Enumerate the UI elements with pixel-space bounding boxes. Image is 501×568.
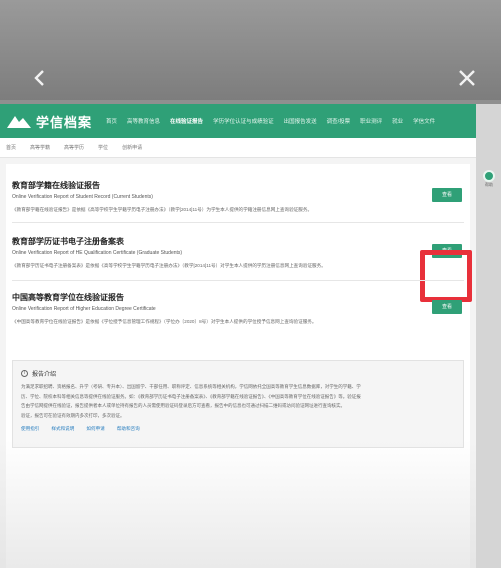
back-arrow-icon[interactable] (28, 66, 52, 90)
link-guide[interactable]: 使用指引 (21, 426, 39, 432)
report-description: 《中国高等教育学位在线验证报告》是依据《学位授予信息管理工作规程》（学位办〔20… (12, 319, 317, 324)
report-title: 教育部学历证书电子注册备案表 (12, 237, 124, 246)
help-icon (483, 170, 495, 182)
report-title: 教育部学籍在线验证报告 (12, 181, 100, 190)
main-menu: 首页 高等教育信息 在线验证报告 学历学位认证与成绩验证 出国报告发送 调查/投… (106, 117, 445, 125)
subnav-item-qualification[interactable]: 高等学历 (64, 144, 84, 151)
menu-item-survey[interactable]: 调查/投票 (327, 117, 351, 125)
site-header: 学信档案 首页 高等教育信息 在线验证报告 学历学位认证与成绩验证 出国报告发送… (0, 104, 476, 138)
help-widget[interactable]: 帮助 (481, 170, 497, 198)
close-icon[interactable] (455, 66, 479, 90)
intro-line: 历、学位、院校本科等相关信息等提供在线验证服务。如：《教育部学历证书电子注册备案… (21, 393, 361, 399)
divider (12, 280, 464, 281)
menu-item-career[interactable]: 职业测评 (360, 117, 382, 125)
report-degree: 中国高等教育学位在线验证报告 Online Verification Repor… (12, 292, 464, 325)
report-description: 《教育部学历证书电子注册备案表》是依据《高等学校学生学籍学历电子注册办法》（教学… (12, 263, 326, 268)
menu-item-cert[interactable]: 学历学位认证与成绩验证 (213, 117, 274, 125)
link-sample[interactable]: 样式和说明 (51, 426, 74, 432)
info-icon: i (21, 370, 28, 377)
menu-item-he-info[interactable]: 高等教育信息 (127, 117, 160, 125)
logo-text: 学信档案 (36, 114, 93, 130)
link-how-to-apply[interactable]: 如何申请 (86, 426, 104, 432)
logo-icon (7, 116, 31, 128)
modal-overlay (0, 0, 501, 100)
divider (12, 222, 464, 223)
subnav-item-home[interactable]: 首页 (6, 144, 16, 151)
report-subtitle: Online Verification Report of Student Re… (12, 194, 153, 200)
report-subtitle: Online Verification Report of Higher Edu… (12, 306, 156, 312)
report-title: 中国高等教育学位在线验证报告 (12, 293, 124, 302)
subnav-item-record[interactable]: 高等学籍 (30, 144, 50, 151)
report-description: 《教育部学籍在线验证报告》是依据《高等学校学生学籍学历电子注册办法》（教学[20… (12, 207, 313, 212)
menu-item-job[interactable]: 就业 (392, 117, 403, 125)
intro-links: 使用指引 样式和说明 如何申请 帮助和咨询 (21, 426, 463, 432)
intro-line: 告由学信网提供在线验证，报告提供者本人或单位持有报告的人员需使用验证码登录后方可… (21, 403, 345, 408)
view-button[interactable]: 查看 (432, 300, 462, 314)
report-subtitle: Online Verification Report of HE Qualifi… (12, 250, 183, 256)
intro-line: 为满足求职招聘、资格报名、升学（考研、专升本）、出国留学、干部任用、职称评定、信… (21, 384, 361, 389)
intro-panel: i 报告介绍 为满足求职招聘、资格报名、升学（考研、专升本）、出国留学、干部任用… (12, 360, 464, 448)
intro-text: 为满足求职招聘、资格报名、升学（考研、专升本）、出国留学、干部任用、职称评定、信… (21, 382, 455, 420)
intro-line: 验证，报告可在验证有效期内多次打印，多次验证。 (21, 412, 125, 418)
view-button[interactable]: 查看 (432, 188, 462, 202)
menu-item-abroad[interactable]: 出国报告发送 (284, 117, 317, 125)
page-body: 首页 高等学籍 高等学历 学位 创新申请 教育部学籍在线验证报告 Online … (0, 138, 476, 568)
menu-item-files[interactable]: 学信文件 (413, 117, 435, 125)
report-list: 教育部学籍在线验证报告 Online Verification Report o… (6, 164, 472, 568)
subnav-item-degree[interactable]: 学位 (98, 144, 108, 151)
subnav-item-apply[interactable]: 创新申请 (122, 144, 142, 151)
report-student-record: 教育部学籍在线验证报告 Online Verification Report o… (12, 180, 464, 213)
menu-item-home[interactable]: 首页 (106, 117, 117, 125)
menu-item-online-report[interactable]: 在线验证报告 (170, 117, 203, 125)
report-qualification: 教育部学历证书电子注册备案表 Online Verification Repor… (12, 236, 464, 269)
link-help[interactable]: 帮助和咨询 (117, 426, 140, 432)
help-label: 帮助 (485, 182, 493, 187)
intro-title: 报告介绍 (32, 372, 57, 378)
breadcrumb: 首页 高等学籍 高等学历 学位 创新申请 (0, 138, 476, 158)
